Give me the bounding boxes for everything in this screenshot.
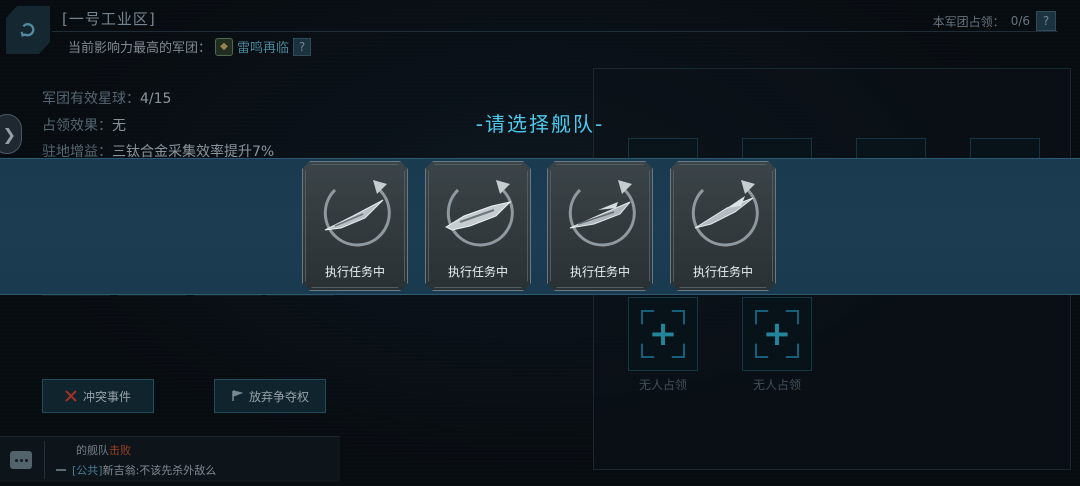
frigate-ship-icon [313, 172, 399, 258]
fleet-status: 执行任务中 [447, 265, 508, 279]
interceptor-ship-icon [681, 172, 767, 258]
destroyer-ship-icon [558, 172, 644, 258]
fleet-status: 执行任务中 [569, 265, 630, 279]
fleet-select-band [0, 158, 1080, 295]
fleet-select-title: -请选择舰队- [475, 112, 605, 136]
fleet-card[interactable]: 执行任务中 [547, 161, 653, 291]
fleet-status: 执行任务中 [324, 265, 385, 279]
fleet-status: 执行任务中 [692, 265, 753, 279]
cruiser-ship-icon [436, 172, 522, 258]
fleet-card[interactable]: 执行任务中 [425, 161, 531, 291]
fleet-card[interactable]: 执行任务中 [670, 161, 776, 291]
fleet-card[interactable]: 执行任务中 [302, 161, 408, 291]
